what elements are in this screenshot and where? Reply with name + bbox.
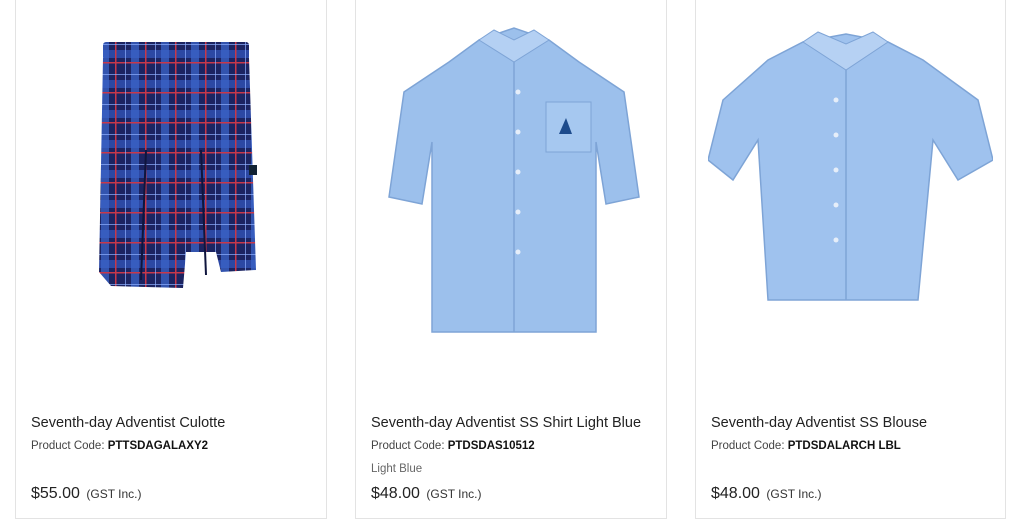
price: $48.00 (GST Inc.) [371,485,482,503]
product-code: Product Code: PTTSDAGALAXY2 [31,440,208,452]
product-code: Product Code: PTDSDALARCH LBL [711,440,901,452]
product-title[interactable]: Seventh-day Adventist SS Shirt Light Blu… [371,415,641,431]
product-image[interactable] [16,0,326,400]
gst-note: (GST Inc.) [426,487,482,501]
product-card[interactable]: Seventh-day Adventist SS Blouse Product … [695,0,1006,519]
product-code-value: PTDSDAS10512 [447,440,535,452]
product-code-value: PTDSDALARCH LBL [787,440,901,452]
product-code-value: PTTSDAGALAXY2 [107,440,209,452]
product-title[interactable]: Seventh-day Adventist Culotte [31,415,225,431]
gst-note: (GST Inc.) [86,487,142,501]
product-image[interactable] [696,0,1005,400]
product-variant: Light Blue [371,463,423,475]
product-card[interactable]: Seventh-day Adventist Culotte Product Co… [15,0,327,519]
price: $55.00 (GST Inc.) [31,485,142,503]
light-blue-shirt-image [388,27,640,333]
price-value: $48.00 [371,485,420,502]
product-code: Product Code: PTDSDAS10512 [371,440,535,452]
gst-note: (GST Inc.) [766,487,822,501]
light-blue-blouse-image [708,31,993,301]
price-value: $48.00 [711,485,760,502]
product-code-label: Product Code: [711,440,785,452]
product-image[interactable] [356,0,666,400]
product-title[interactable]: Seventh-day Adventist SS Blouse [711,415,927,431]
product-code-label: Product Code: [371,440,445,452]
price-value: $55.00 [31,485,80,502]
price: $48.00 (GST Inc.) [711,485,822,503]
plaid-culotte-image [99,42,257,288]
product-code-label: Product Code: [31,440,105,452]
product-card[interactable]: Seventh-day Adventist SS Shirt Light Blu… [355,0,667,519]
